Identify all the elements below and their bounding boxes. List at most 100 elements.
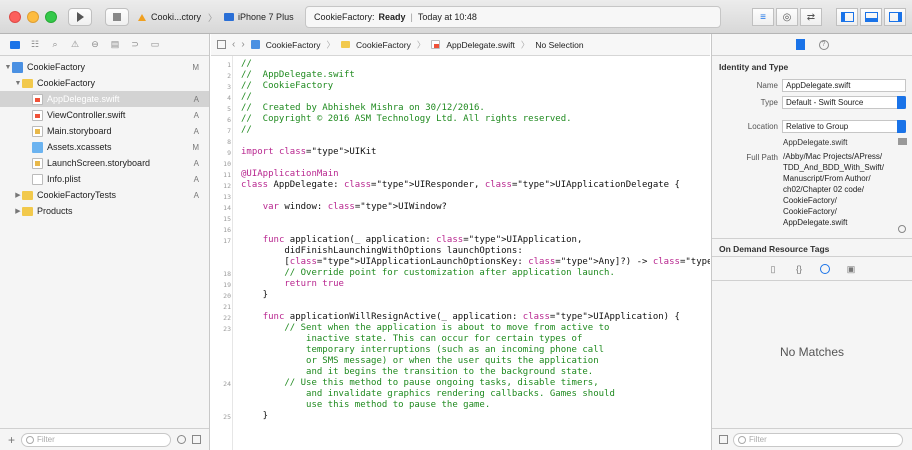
- code-line: func application(_ application: class="t…: [262, 235, 583, 245]
- line-number: 12: [223, 182, 231, 190]
- tree-item-label: Info.plist: [47, 174, 81, 184]
- swift-file-icon: [32, 93, 43, 105]
- grid-view-icon[interactable]: [719, 435, 728, 444]
- asset-catalog-icon: [32, 141, 43, 153]
- device-name: iPhone 7 Plus: [238, 12, 294, 22]
- toggle-debug-area-button[interactable]: [860, 8, 882, 26]
- breadcrumb-selection[interactable]: No Selection: [535, 40, 583, 50]
- line-number: 19: [223, 281, 231, 289]
- run-button[interactable]: [68, 8, 92, 26]
- reveal-in-finder-icon[interactable]: [898, 225, 906, 233]
- toggle-navigator-button[interactable]: [836, 8, 858, 26]
- tab-issue-navigator[interactable]: ⚠: [70, 39, 80, 50]
- line-number: 4: [227, 94, 231, 102]
- file-inspector: ? Identity and Type Name AppDelegate.swi…: [711, 34, 912, 450]
- object-library-icon[interactable]: [820, 264, 830, 274]
- line-number: 11: [223, 171, 231, 179]
- scheme-selector[interactable]: Cooki...ctory 〉 iPhone 7 Plus: [137, 8, 294, 26]
- tree-item-infoplist[interactable]: Info.plist A: [0, 171, 209, 187]
- tree-item-viewcontroller[interactable]: ViewController.swift A: [0, 107, 209, 123]
- tree-item-group[interactable]: ▼ CookieFactory: [0, 75, 209, 91]
- code-line: and it begins the transition to the back…: [241, 367, 594, 377]
- code-line: inactive state. This can occur for certa…: [241, 334, 583, 344]
- project-icon: [12, 61, 23, 73]
- breadcrumb-file[interactable]: AppDelegate.swift: [446, 40, 515, 50]
- tab-test-navigator[interactable]: ⊖: [90, 39, 100, 50]
- name-field[interactable]: AppDelegate.swift: [782, 79, 906, 92]
- line-number: 5: [227, 105, 231, 113]
- tree-item-launchscreen[interactable]: LaunchScreen.storyboard A: [0, 155, 209, 171]
- close-window-button[interactable]: [9, 11, 21, 23]
- library-tab-bar: ▯ {} ▣: [712, 264, 912, 274]
- code-line: import class="type">UIKit: [241, 147, 377, 157]
- breadcrumb-separator: 〉: [326, 39, 336, 50]
- line-number: 22: [223, 314, 231, 322]
- tree-item-label: CookieFactoryTests: [37, 190, 117, 200]
- tab-project-navigator[interactable]: [10, 40, 20, 50]
- filter-placeholder: Filter: [749, 435, 767, 444]
- line-number: 10: [223, 160, 231, 168]
- select-arrows-icon: [897, 120, 906, 133]
- test-icon: ⊖: [91, 39, 99, 49]
- tab-report-navigator[interactable]: ▭: [150, 39, 160, 50]
- left-pane-icon: [840, 12, 854, 22]
- type-select[interactable]: Default - Swift Source: [782, 96, 906, 109]
- project-icon: [250, 40, 260, 49]
- folder-icon: [10, 40, 20, 49]
- tree-item-assets[interactable]: Assets.xcassets M: [0, 139, 209, 155]
- file-template-icon[interactable]: ▯: [768, 264, 778, 274]
- breadcrumb-project[interactable]: CookieFactory: [266, 40, 321, 50]
- breadcrumb-group[interactable]: CookieFactory: [356, 40, 411, 50]
- line-number: 3: [227, 83, 231, 91]
- recent-files-icon[interactable]: [177, 435, 187, 444]
- version-editor-button[interactable]: ⇄: [800, 8, 822, 26]
- stop-button[interactable]: [105, 8, 129, 26]
- standard-editor-button[interactable]: ≡: [752, 8, 774, 26]
- tree-item-label: ViewController.swift: [47, 110, 126, 120]
- library-filter-input[interactable]: Filter: [733, 432, 903, 447]
- tab-symbol-navigator[interactable]: ⌕: [50, 39, 60, 50]
- scm-status-filter-icon[interactable]: [192, 435, 202, 444]
- forward-button[interactable]: ›: [241, 39, 244, 50]
- navigator-filter-bar: + Filter: [0, 428, 209, 450]
- line-number: 9: [227, 149, 231, 157]
- code-line: // Sent when the application is about to…: [241, 323, 610, 333]
- location-file: AppDelegate.swift: [783, 138, 848, 147]
- code-snippet-icon[interactable]: {}: [794, 264, 804, 274]
- back-button[interactable]: ‹: [232, 39, 235, 50]
- tree-item-project[interactable]: ▼ CookieFactory M: [0, 59, 209, 75]
- file-inspector-icon[interactable]: [795, 39, 805, 50]
- tree-item-main-storyboard[interactable]: Main.storyboard A: [0, 123, 209, 139]
- tab-breakpoint-navigator[interactable]: ⊃: [130, 39, 140, 50]
- select-arrows-icon: [897, 96, 906, 109]
- tab-source-control[interactable]: ☷: [30, 39, 40, 50]
- source-control-icon: ☷: [30, 39, 40, 49]
- code-line: and invalidate graphics rendering callba…: [241, 389, 615, 399]
- toggle-inspector-button[interactable]: [884, 8, 906, 26]
- related-items-icon[interactable]: [217, 40, 226, 49]
- add-file-button[interactable]: +: [8, 433, 15, 447]
- minimize-window-button[interactable]: [27, 11, 39, 23]
- media-library-icon[interactable]: ▣: [846, 264, 856, 274]
- assistant-editor-button[interactable]: ◎: [776, 8, 798, 26]
- quick-help-icon[interactable]: ?: [818, 39, 829, 50]
- activity-viewer: CookieFactory: Ready | Today at 10:48: [305, 6, 721, 28]
- zoom-window-button[interactable]: [45, 11, 57, 23]
- code-line: }: [241, 411, 269, 421]
- scm-badge: M: [192, 62, 199, 72]
- choose-folder-icon[interactable]: [898, 138, 907, 145]
- disclosure-closed-icon: ▶: [15, 192, 21, 199]
- filter-icon: [26, 435, 35, 444]
- stop-icon: [113, 13, 121, 21]
- file-tree: ▼ CookieFactory M ▼ CookieFactory AppDel…: [0, 56, 209, 219]
- tree-item-appdelegate[interactable]: AppDelegate.swift A: [0, 91, 209, 107]
- navigator-filter-input[interactable]: Filter: [21, 432, 172, 447]
- tab-debug-navigator[interactable]: ▤: [110, 39, 120, 50]
- tree-item-tests-group[interactable]: ▶ CookieFactoryTests A: [0, 187, 209, 203]
- code-area[interactable]: 1 2 3 4 5 6 7 8 9 10 11 12 13 14 15 16 17 18 19 20 21 22 23 24 2…: [211, 56, 710, 450]
- tree-item-label: Assets.xcassets: [47, 142, 112, 152]
- tree-item-products-group[interactable]: ▶ Products: [0, 203, 209, 219]
- code-line: temporary interruptions (such as an inco…: [241, 345, 605, 355]
- location-select[interactable]: Relative to Group: [782, 120, 906, 133]
- search-icon: ⌕: [52, 39, 58, 49]
